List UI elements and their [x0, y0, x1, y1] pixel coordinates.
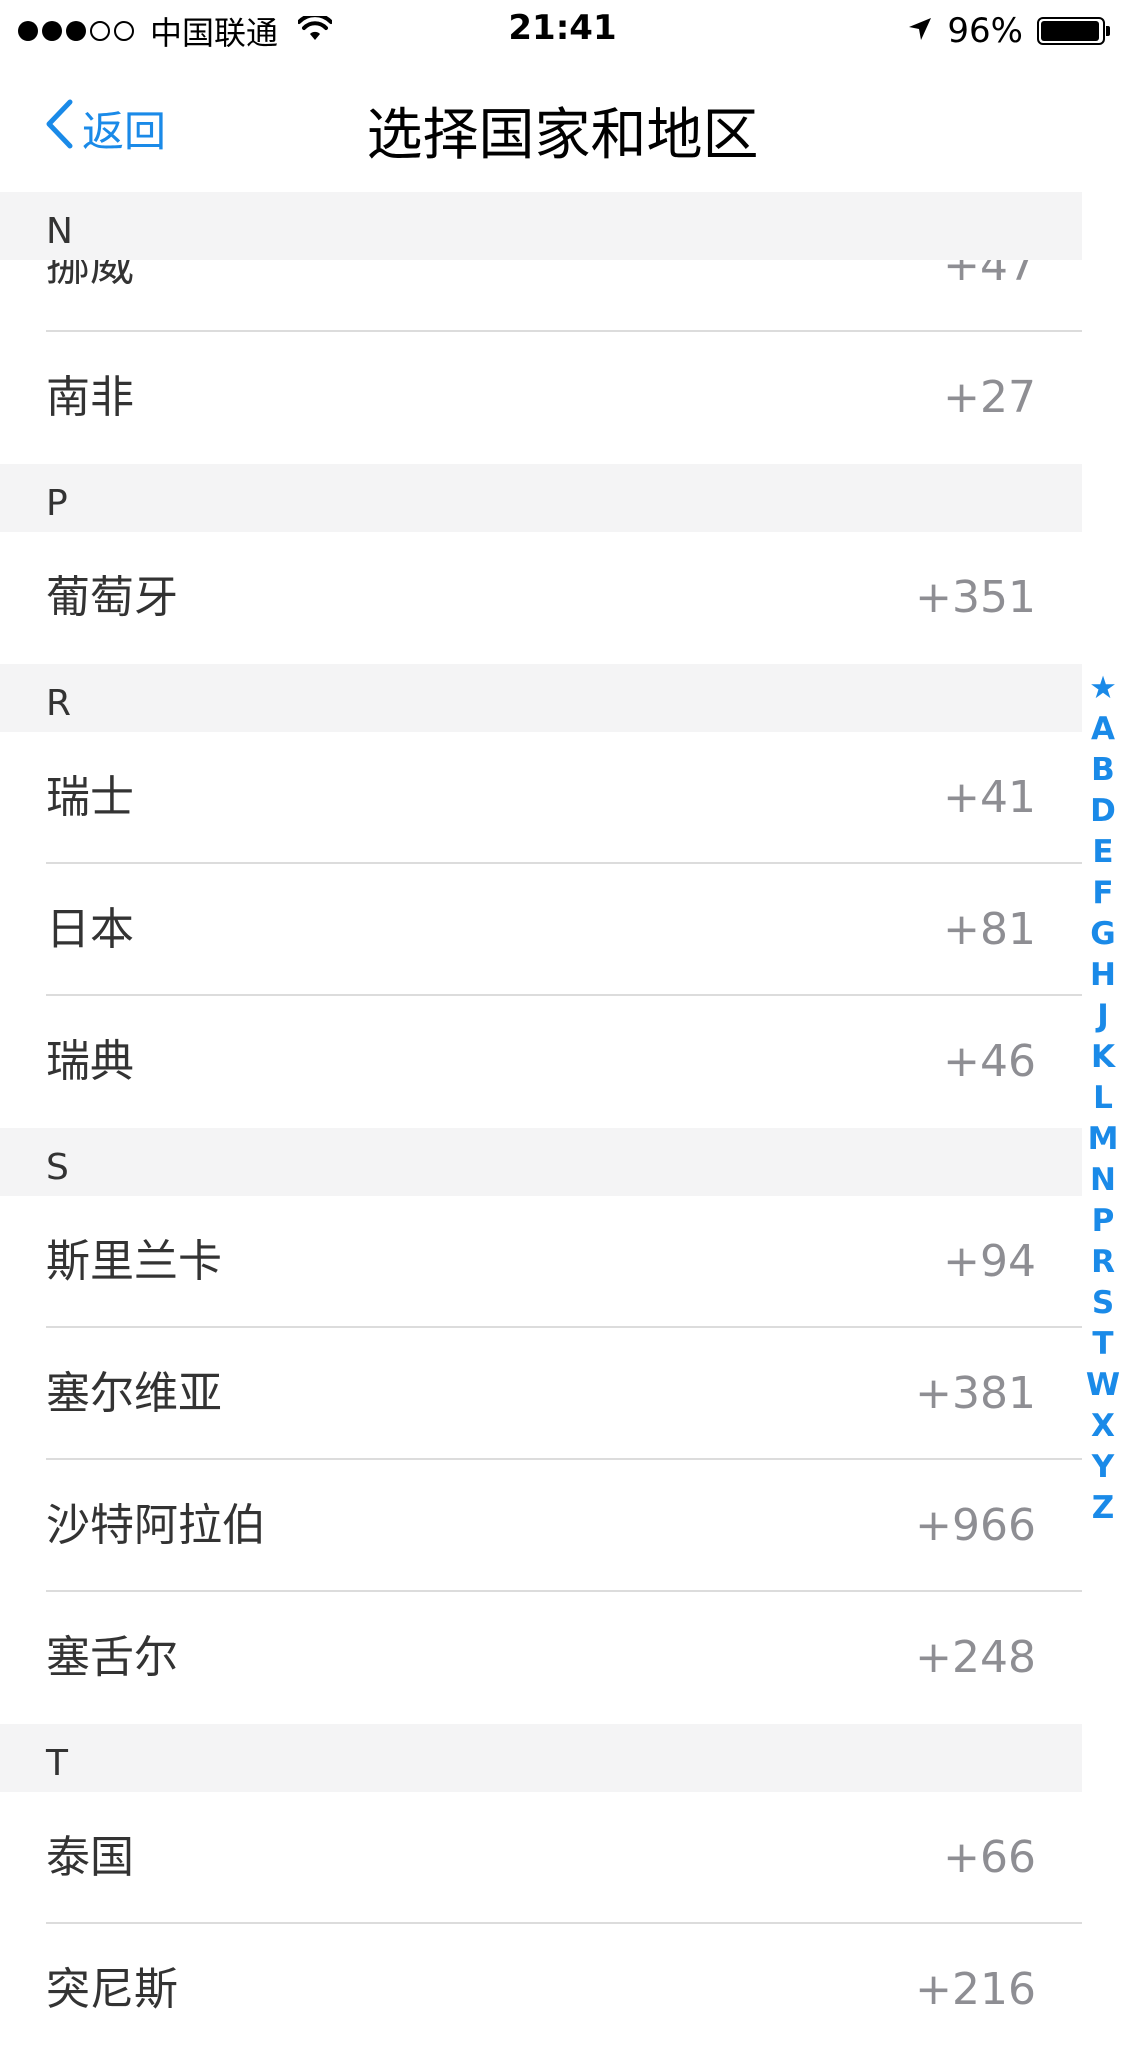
country-code: +94: [943, 1236, 1036, 1287]
index-letter[interactable]: T: [1092, 1324, 1113, 1365]
country-code: +41: [943, 772, 1036, 823]
list-item[interactable]: 瑞典 +46: [0, 996, 1082, 1128]
battery-level: [1041, 21, 1099, 41]
index-letter[interactable]: R: [1091, 1242, 1115, 1283]
list-item[interactable]: 南非 +27: [0, 332, 1082, 464]
list-item[interactable]: 日本 +81: [0, 864, 1082, 996]
list-item[interactable]: 斯里兰卡 +94: [0, 1196, 1082, 1328]
country-code: +216: [915, 1964, 1036, 2015]
index-letter[interactable]: A: [1091, 709, 1115, 750]
country-name: 瑞士: [46, 772, 134, 823]
list-item[interactable]: 瑞士 +41: [0, 732, 1082, 864]
index-letter[interactable]: X: [1091, 1406, 1115, 1447]
country-code: +248: [915, 1632, 1036, 1683]
country-code: +46: [943, 1036, 1036, 1087]
country-name: 瑞典: [46, 1036, 134, 1087]
country-code: +47: [943, 260, 1036, 291]
index-letter[interactable]: B: [1091, 750, 1115, 791]
status-right: 96%: [907, 10, 1110, 52]
index-letter[interactable]: D: [1090, 791, 1116, 832]
index-letter[interactable]: M: [1088, 1119, 1119, 1160]
index-letter[interactable]: N: [1090, 1160, 1116, 1201]
list-item[interactable]: 突尼斯 +216: [0, 1924, 1082, 2056]
country-list[interactable]: N 挪威 +47 南非 +27 P 葡萄牙 +351 R 瑞士 +41 日本 +…: [0, 192, 1082, 2056]
list-item[interactable]: 葡萄牙 +351: [0, 532, 1082, 664]
country-name: 塞舌尔: [46, 1632, 178, 1683]
index-letter[interactable]: S: [1092, 1283, 1114, 1324]
country-name: 斯里兰卡: [46, 1236, 222, 1287]
country-code: +966: [915, 1500, 1036, 1551]
country-name: 挪威: [46, 260, 134, 291]
index-letter[interactable]: K: [1091, 1037, 1115, 1078]
index-letter[interactable]: G: [1090, 914, 1115, 955]
index-letter[interactable]: H: [1090, 955, 1116, 996]
section-header: R: [0, 664, 1082, 732]
list-item[interactable]: 塞舌尔 +248: [0, 1592, 1082, 1724]
country-code: +66: [943, 1832, 1036, 1883]
country-name: 塞尔维亚: [46, 1368, 222, 1419]
country-name: 泰国: [46, 1832, 134, 1883]
country-name: 日本: [46, 904, 134, 955]
index-star-icon[interactable]: ★: [1089, 668, 1117, 709]
list-item[interactable]: 塞尔维亚 +381: [0, 1328, 1082, 1460]
list-item[interactable]: 沙特阿拉伯 +966: [0, 1460, 1082, 1592]
status-bar: 中国联通 21:41 96%: [0, 0, 1125, 62]
country-name: 沙特阿拉伯: [46, 1500, 266, 1551]
alphabet-index[interactable]: ★ A B D E F G H J K L M N P R S T W X Y Z: [1081, 668, 1125, 1529]
index-letter[interactable]: P: [1092, 1201, 1115, 1242]
section-header: N: [0, 192, 1082, 260]
section-header: T: [0, 1724, 1082, 1792]
index-letter[interactable]: F: [1092, 873, 1113, 914]
index-letter[interactable]: W: [1086, 1365, 1120, 1406]
country-code: +381: [915, 1368, 1036, 1419]
section-header: P: [0, 464, 1082, 532]
battery-icon: [1037, 17, 1110, 45]
index-letter[interactable]: Z: [1092, 1488, 1114, 1529]
country-name: 突尼斯: [46, 1964, 178, 2015]
country-code: +27: [943, 372, 1036, 423]
index-letter[interactable]: Y: [1092, 1447, 1114, 1488]
list-item[interactable]: 挪威 +47: [0, 260, 1082, 332]
navigation-bar: 返回 选择国家和地区: [0, 62, 1125, 192]
country-code: +351: [915, 572, 1036, 623]
page-title: 选择国家和地区: [366, 103, 759, 168]
battery-percent: 96%: [947, 11, 1023, 51]
section-header: S: [0, 1128, 1082, 1196]
country-name: 南非: [46, 372, 134, 423]
country-name: 葡萄牙: [46, 572, 178, 623]
index-letter[interactable]: J: [1097, 996, 1109, 1037]
index-letter[interactable]: E: [1092, 832, 1113, 873]
location-arrow-icon: [907, 11, 933, 51]
country-code: +81: [943, 904, 1036, 955]
index-letter[interactable]: L: [1093, 1078, 1113, 1119]
list-item[interactable]: 泰国 +66: [0, 1792, 1082, 1924]
